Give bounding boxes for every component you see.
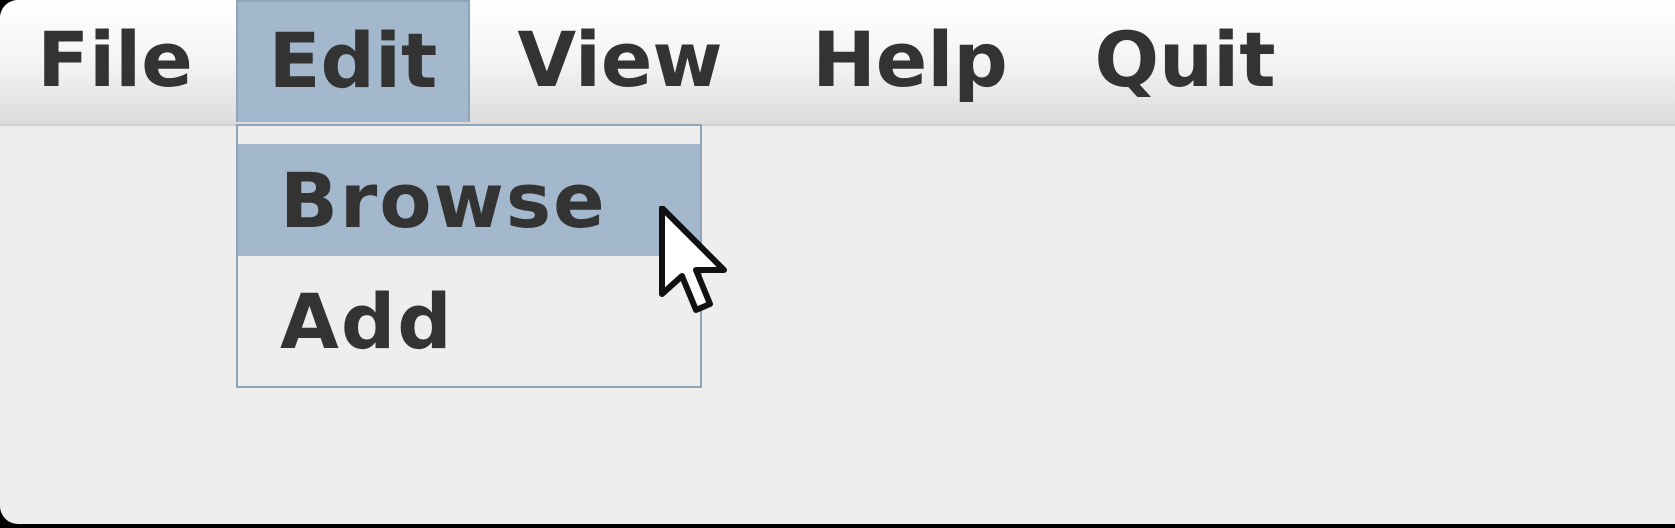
application-window: File Edit View Help Quit Browse Add	[0, 0, 1675, 524]
menu-quit[interactable]: Quit	[1085, 0, 1285, 122]
menu-item-add-label: Add	[280, 276, 454, 366]
menu-edit-label: Edit	[268, 15, 438, 105]
menu-help-label: Help	[812, 14, 1008, 104]
menu-file[interactable]: File	[20, 0, 210, 122]
menu-file-label: File	[37, 14, 193, 104]
edit-dropdown-menu: Browse Add	[236, 124, 702, 388]
menu-view[interactable]: View	[500, 0, 740, 122]
menu-item-browse-label: Browse	[280, 155, 607, 245]
menu-item-add[interactable]: Add	[238, 264, 700, 378]
menu-quit-label: Quit	[1094, 14, 1276, 104]
menu-help[interactable]: Help	[800, 0, 1020, 122]
menu-bar: File Edit View Help Quit	[0, 0, 1675, 126]
menu-edit[interactable]: Edit	[236, 0, 470, 122]
menu-item-browse[interactable]: Browse	[238, 144, 700, 256]
menu-view-label: View	[517, 14, 723, 104]
